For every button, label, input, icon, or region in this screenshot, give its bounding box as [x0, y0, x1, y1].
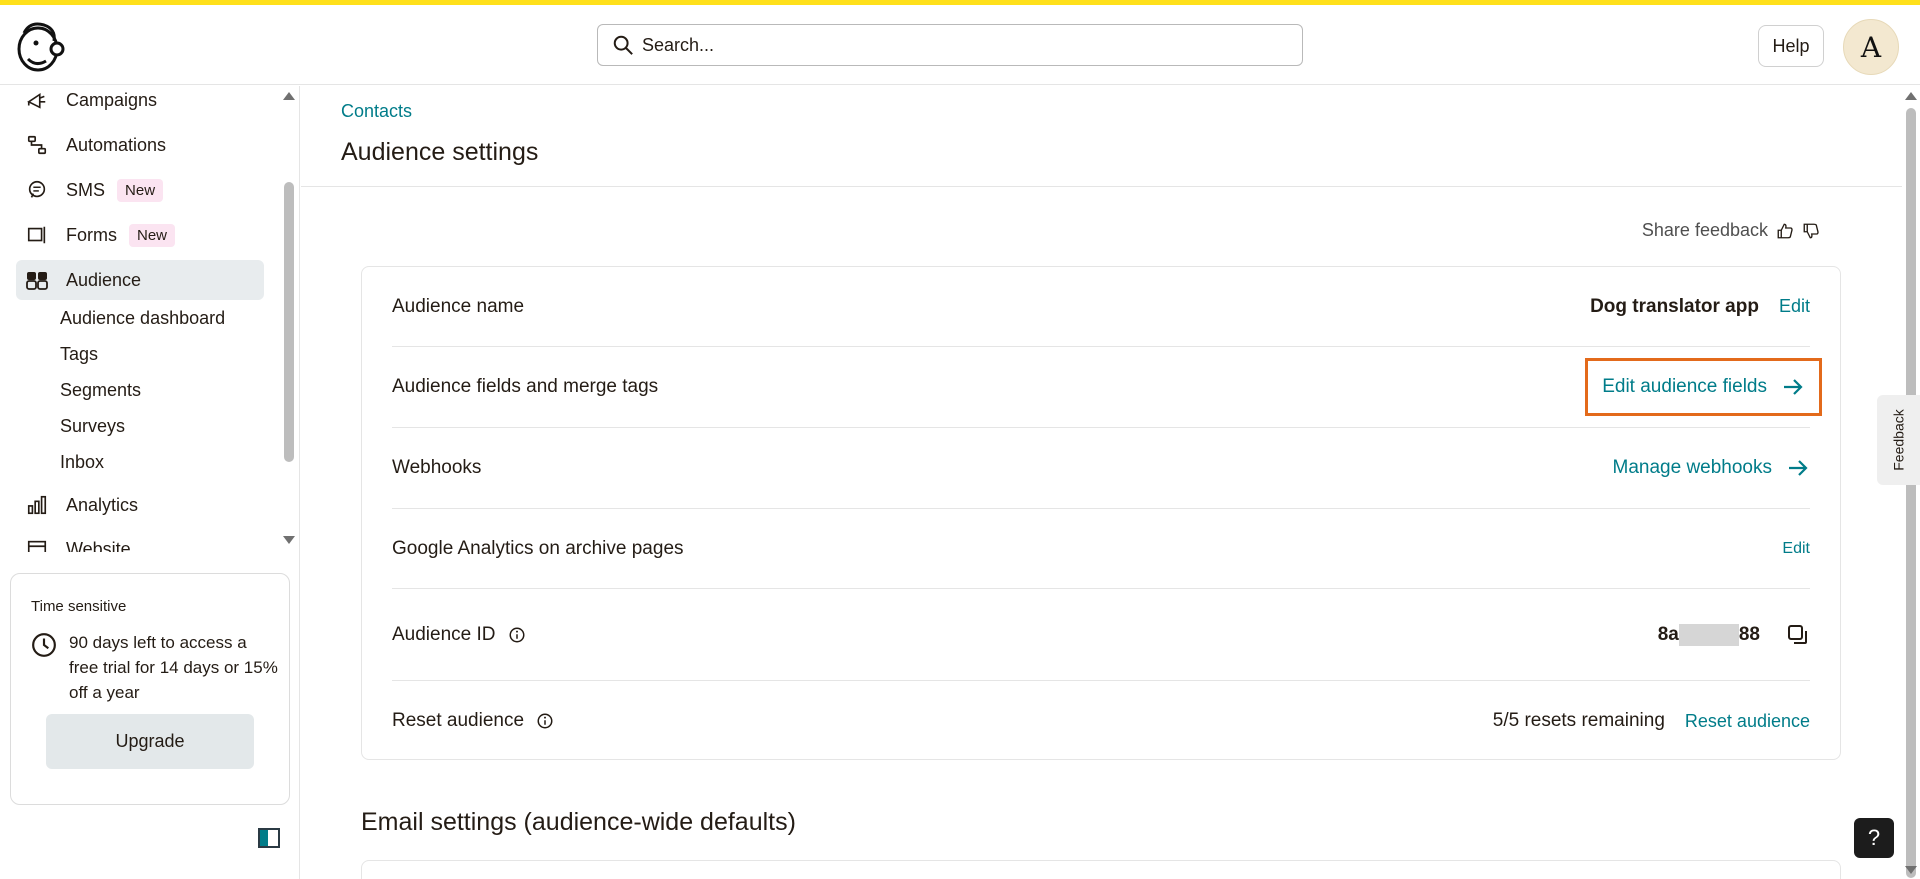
row-label: Webhooks	[392, 457, 482, 478]
share-feedback-label: Share feedback	[1641, 220, 1768, 240]
feedback-tab-label: Feedback	[1890, 409, 1907, 471]
mailchimp-logo-icon[interactable]	[14, 19, 66, 73]
sidebar-item-label: Analytics	[66, 494, 139, 515]
row-label-wrap: Audience ID	[392, 624, 526, 646]
analytics-icon	[24, 492, 50, 518]
trial-promo-card: Time sensitive 90 days left to access a …	[10, 573, 290, 805]
forms-icon	[24, 222, 50, 248]
row-label-wrap: Reset audience	[392, 710, 554, 732]
main-scroll-thumb[interactable]	[1906, 108, 1916, 878]
sidebar-collapse-icon[interactable]	[258, 828, 280, 848]
sidebar-item-label: Audience	[66, 269, 142, 290]
row-audience-id: Audience ID 8a 88	[392, 589, 1810, 681]
website-icon	[24, 536, 50, 552]
thumbs-up-icon[interactable]	[1776, 222, 1794, 240]
search-placeholder: Search...	[642, 34, 715, 55]
row-webhooks: Webhooks Manage webhooks	[392, 428, 1810, 509]
row-label: Audience fields and merge tags	[392, 376, 659, 397]
main-content: Contacts Audience settings Share feedbac…	[301, 86, 1902, 879]
sidebar-scroll-thumb[interactable]	[284, 182, 294, 462]
edit-google-analytics-link[interactable]: Edit	[1782, 540, 1810, 558]
sidebar-subitem-surveys[interactable]: Surveys	[60, 416, 125, 437]
page-title: Audience settings	[341, 138, 539, 166]
sidebar-item-campaigns[interactable]: Campaigns	[16, 86, 264, 120]
row-label: Google Analytics on archive pages	[392, 537, 684, 559]
thumbs-down-icon[interactable]	[1802, 222, 1820, 240]
promo-title: Time sensitive	[31, 598, 127, 615]
sidebar-item-label: Forms	[66, 224, 117, 245]
sidebar-item-label: Website	[66, 538, 131, 553]
sms-icon	[24, 177, 50, 203]
scroll-up-icon[interactable]	[283, 92, 295, 100]
manage-webhooks-link[interactable]: Manage webhooks	[1613, 456, 1811, 480]
row-label: Audience ID	[392, 623, 496, 645]
top-bar: Search... Help A	[0, 5, 1920, 85]
audience-icon	[24, 267, 50, 293]
megaphone-icon	[24, 87, 50, 113]
scroll-down-icon[interactable]	[1905, 866, 1917, 874]
row-audience-name: Audience name Dog translator app Edit	[392, 267, 1810, 347]
sidebar-item-website[interactable]: Website	[16, 529, 264, 552]
manage-webhooks-label: Manage webhooks	[1612, 457, 1773, 478]
row-reset-audience: Reset audience 5/5 resets remaining Rese…	[392, 681, 1810, 761]
sidebar-subitem-segments[interactable]: Segments	[60, 380, 141, 401]
help-button[interactable]: Help	[1758, 25, 1824, 67]
arrow-right-icon	[1784, 379, 1803, 395]
breadcrumb[interactable]: Contacts	[341, 101, 412, 122]
row-label: Reset audience	[392, 710, 525, 731]
copy-icon[interactable]	[1786, 623, 1810, 647]
upgrade-button[interactable]: Upgrade	[46, 714, 254, 769]
sidebar-item-analytics[interactable]: Analytics	[16, 485, 264, 525]
sidebar: Campaigns Automations SMS New Forms New …	[0, 86, 300, 879]
edit-audience-name-link[interactable]: Edit	[1779, 296, 1810, 317]
automations-icon	[24, 132, 50, 158]
scroll-up-icon[interactable]	[1905, 92, 1917, 100]
avatar[interactable]: A	[1843, 19, 1899, 75]
help-fab-button[interactable]: ?	[1854, 818, 1894, 858]
sidebar-nav: Campaigns Automations SMS New Forms New …	[0, 86, 300, 552]
clock-icon	[32, 633, 56, 657]
sidebar-item-automations[interactable]: Automations	[16, 125, 264, 165]
sidebar-subitem-tags[interactable]: Tags	[60, 344, 98, 365]
sidebar-item-label: Campaigns	[66, 89, 158, 110]
arrow-right-icon	[1789, 460, 1808, 476]
edit-audience-fields-label: Edit audience fields	[1602, 376, 1767, 397]
row-label: Audience name	[392, 295, 525, 317]
audience-id-suffix: 88	[1738, 623, 1760, 645]
search-icon	[613, 35, 633, 55]
new-badge: New	[129, 223, 176, 247]
search-input[interactable]: Search...	[597, 24, 1303, 66]
sidebar-item-forms[interactable]: Forms New	[16, 215, 264, 255]
audience-name-value: Dog translator app	[1590, 295, 1759, 317]
row-audience-fields: Audience fields and merge tags Edit audi…	[392, 347, 1822, 428]
resets-remaining: 5/5 resets remaining	[1492, 710, 1665, 731]
sidebar-subitem-audience-dashboard[interactable]: Audience dashboard	[60, 308, 225, 329]
reset-audience-link[interactable]: Reset audience	[1685, 711, 1810, 732]
edit-audience-fields-link[interactable]: Edit audience fields	[1585, 358, 1822, 416]
divider	[301, 186, 1902, 187]
feedback-tab[interactable]: Feedback	[1877, 395, 1920, 485]
new-badge: New	[117, 178, 164, 202]
email-settings-card	[361, 860, 1841, 879]
info-icon[interactable]	[536, 712, 554, 730]
sidebar-item-label: SMS	[66, 179, 106, 200]
share-feedback: Share feedback	[1642, 220, 1820, 241]
info-icon[interactable]	[508, 626, 526, 644]
sidebar-subitem-inbox[interactable]: Inbox	[60, 452, 104, 473]
audience-id-redacted	[1678, 623, 1739, 646]
email-settings-title: Email settings (audience-wide defaults)	[361, 808, 796, 836]
row-google-analytics: Google Analytics on archive pages Edit	[392, 509, 1810, 589]
sidebar-item-label: Automations	[66, 134, 167, 155]
sidebar-item-sms[interactable]: SMS New	[16, 170, 264, 210]
scroll-down-icon[interactable]	[283, 536, 295, 544]
audience-settings-card: Audience name Dog translator app Edit Au…	[361, 266, 1841, 760]
audience-id-prefix: 8a	[1657, 623, 1679, 645]
promo-text: 90 days left to access a free trial for …	[69, 633, 278, 702]
sidebar-item-audience[interactable]: Audience	[16, 260, 264, 300]
